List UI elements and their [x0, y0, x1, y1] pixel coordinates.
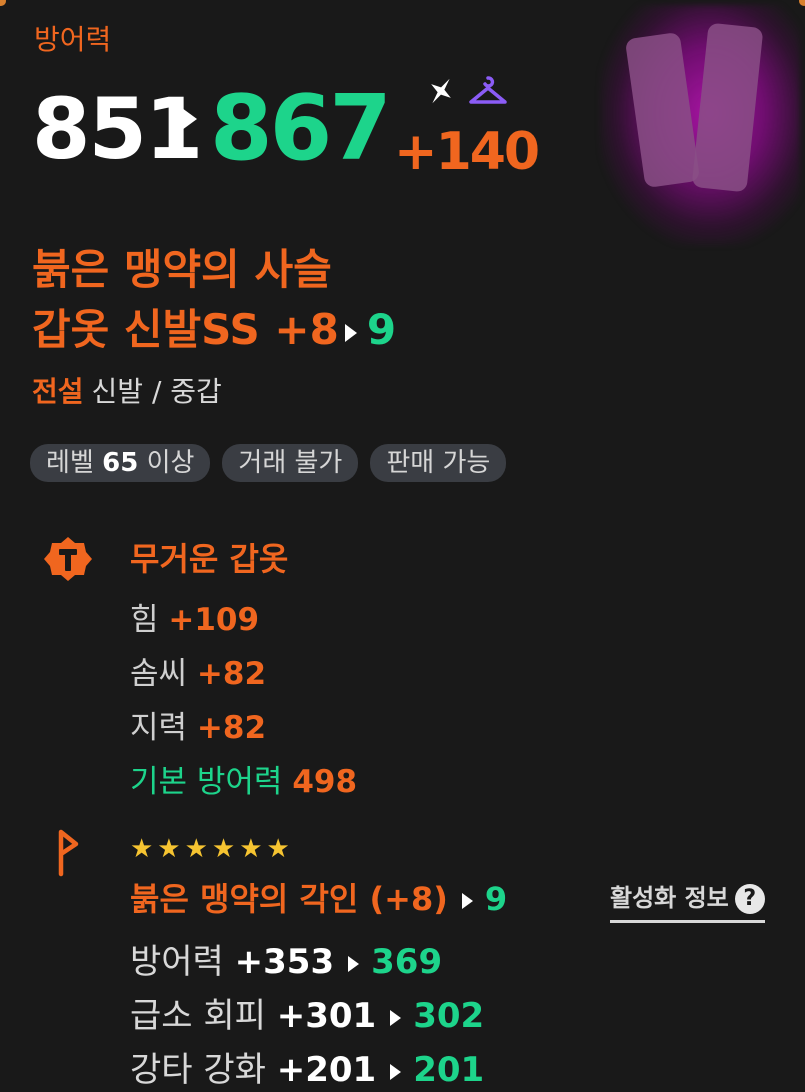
option-label: 지력	[130, 710, 188, 746]
arrow-right-icon	[344, 323, 357, 342]
option-label: 힘	[130, 602, 159, 638]
stat-bonus: +140	[394, 122, 540, 182]
item-subtitle: 전설 신발 / 중갑	[32, 370, 222, 410]
activation-info-link[interactable]: 활성화 정보?	[610, 878, 765, 923]
item-category: 신발 / 중갑	[91, 375, 222, 408]
engraving-stars: ★★★★★★	[130, 834, 294, 864]
arrow-right-icon	[348, 955, 360, 972]
stat-label: 방어력	[34, 23, 112, 56]
rune-icon	[58, 829, 79, 877]
item-image	[580, 0, 805, 265]
base-defense-row: 기본 방어력 498	[130, 756, 357, 801]
option-next-value: 302	[413, 996, 485, 1036]
engraving-title: 붉은 맹약의 각인 (+8)	[130, 880, 448, 918]
help-icon[interactable]: ?	[734, 884, 765, 914]
sell-tag: 판매 가능	[370, 444, 507, 482]
option-value: +82	[196, 710, 267, 746]
base-defense-value: 498	[292, 764, 358, 800]
item-name: 붉은 맹약의 사슬 갑옷 신발SS +8 9	[32, 240, 396, 360]
level-requirement-tag: 레벨 65 이상	[30, 444, 211, 482]
option-label: 급소 회피	[130, 996, 266, 1036]
rarity-label: 전설	[32, 375, 84, 408]
engraving-next-level: 9	[484, 880, 508, 918]
stat-option-row: 힘 +109	[130, 594, 259, 639]
level-prefix: 레벨	[46, 448, 94, 478]
stat-new-value: 867	[210, 76, 392, 181]
item-name-main: 갑옷 신발SS +8	[32, 305, 339, 354]
engraving-option-row: 급소 회피 +301 302	[130, 988, 484, 1037]
item-name-line2: 갑옷 신발SS +8 9	[32, 300, 396, 360]
stat-option-row: 지력 +82	[130, 702, 266, 747]
item-name-line1: 붉은 맹약의 사슬	[32, 245, 332, 294]
item-tags: 레벨 65 이상 거래 불가 판매 가능	[30, 444, 507, 482]
level-value: 65	[102, 448, 139, 478]
option-value: +301	[276, 996, 377, 1036]
stat-option-row: 솜씨 +82	[130, 648, 266, 693]
activation-info-label: 활성화 정보	[610, 884, 729, 912]
arrow-right-icon	[390, 1063, 402, 1080]
engraving-option-row: 강타 강화 +201 201	[130, 1042, 484, 1091]
trade-tag: 거래 불가	[222, 444, 359, 482]
option-label: 방어력	[130, 942, 224, 982]
option-label: 강타 강화	[130, 1050, 266, 1090]
corner-decoration	[0, 0, 6, 6]
engraving-option-row: 방어력 +353 369	[130, 934, 442, 983]
option-value: +82	[196, 656, 267, 692]
option-next-value: 369	[371, 942, 443, 982]
item-next-level: 9	[366, 305, 397, 354]
option-label: 솜씨	[130, 656, 188, 692]
option-value: +109	[168, 602, 260, 638]
base-defense-label: 기본 방어력	[130, 764, 283, 800]
option-value: +353	[234, 942, 335, 982]
option-next-value: 201	[413, 1050, 485, 1090]
level-suffix: 이상	[146, 448, 195, 478]
sparkle-icon	[431, 78, 451, 104]
arrow-right-icon	[461, 893, 473, 909]
armor-section-title: 무거운 갑옷	[130, 540, 289, 578]
hanger-icon	[469, 76, 507, 104]
engraving-title-row: 붉은 맹약의 각인 (+8) 9	[130, 874, 507, 920]
option-value: +201	[276, 1050, 377, 1090]
armor-badge-icon	[44, 537, 92, 581]
arrow-right-icon	[182, 108, 197, 130]
stat-old-value: 851	[32, 80, 203, 178]
arrow-right-icon	[390, 1009, 402, 1026]
